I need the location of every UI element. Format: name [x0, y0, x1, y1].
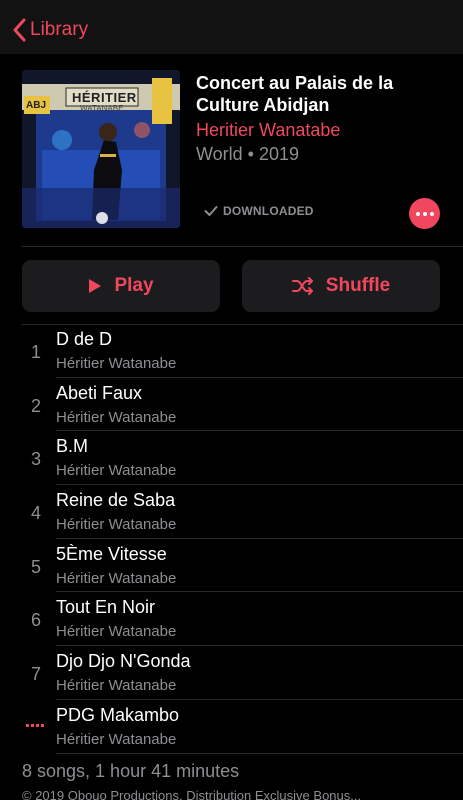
back-label: Library [30, 19, 89, 40]
track-number: 6 [30, 610, 41, 631]
track-artist: Héritier Watanabe [56, 408, 177, 426]
artwork-tag-text: ABJ [26, 100, 47, 111]
artwork-banner-text: HÉRITIER [72, 90, 137, 105]
now-playing-icon [26, 723, 44, 727]
track-artist: Héritier Watanabe [56, 516, 177, 534]
track-row[interactable]: 3 B.M Héritier Watanabe [0, 431, 463, 486]
shuffle-icon [291, 277, 313, 295]
download-status-label: DOWNLOADED [223, 204, 314, 218]
track-row[interactable]: 7 Djo Djo N'Gonda Héritier Watanabe [0, 646, 463, 700]
track-number: 1 [30, 342, 41, 362]
track-artist: Héritier Watanabe [56, 462, 177, 480]
track-title: Tout En Noir [56, 597, 156, 618]
track-title: 5Ème Vitesse [56, 543, 167, 564]
track-row[interactable]: 5 5Ème Vitesse Héritier Watanabe [0, 539, 463, 593]
ellipsis-icon [415, 211, 420, 216]
track-number: 4 [30, 503, 41, 524]
track-title: PDG Makambo [56, 704, 180, 725]
track-number: 7 [30, 664, 41, 685]
header-divider [22, 246, 463, 247]
play-button[interactable]: Play [22, 260, 220, 312]
more-options-button[interactable] [409, 198, 440, 229]
track-title: Reine de Saba [56, 490, 176, 511]
checkmark-icon [204, 206, 218, 216]
chevron-left-icon [13, 18, 26, 42]
track-row[interactable]: 1 D de D Héritier Watanabe [0, 324, 463, 378]
track-list: 1 D de D Héritier Watanabe 2 Abeti Faux … [0, 324, 463, 754]
artwork-sub-text: WATANABE [80, 104, 124, 113]
album-genre-year: World • 2019 [196, 144, 300, 164]
navigation-bar: Library [0, 0, 463, 54]
track-row[interactable]: 2 Abeti Faux Héritier Watanabe [0, 378, 463, 432]
album-title: Concert au Palais de la Culture Abidjan [196, 73, 394, 115]
track-row[interactable]: 4 Reine de Saba Héritier Watanabe [0, 485, 463, 539]
download-status: DOWNLOADED [204, 204, 314, 218]
track-row-now-playing[interactable]: PDG Makambo Héritier Watanabe [0, 700, 463, 754]
track-title: D de D [56, 329, 113, 349]
track-row[interactable]: 6 Tout En Noir Héritier Watanabe [0, 592, 463, 647]
track-artist: Héritier Watanabe [56, 677, 177, 695]
track-number: 2 [30, 395, 41, 416]
track-number: 3 [30, 449, 41, 470]
track-artist: Héritier Watanabe [56, 730, 177, 748]
track-title: Abeti Faux [56, 382, 143, 403]
play-icon [89, 279, 102, 293]
album-artwork[interactable]: HÉRITIER WATANABE ABJ [22, 70, 180, 228]
track-artist: Héritier Watanabe [56, 355, 177, 372]
track-artist: Héritier Watanabe [56, 623, 177, 641]
track-divider [56, 752, 463, 754]
shuffle-button[interactable]: Shuffle [242, 260, 440, 312]
album-copyright: © 2019 Obouo Productions. Distribution E… [22, 788, 362, 800]
album-summary: 8 songs, 1 hour 41 minutes [22, 761, 240, 781]
shuffle-label: Shuffle [325, 275, 391, 296]
back-button[interactable]: Library [12, 14, 88, 46]
track-title: B.M [56, 436, 89, 457]
track-artist: Héritier Watanabe [56, 569, 177, 587]
album-artist-link[interactable]: Heritier Wanatabe [196, 120, 340, 141]
track-title: Djo Djo N'Gonda [56, 651, 191, 672]
album-header: HÉRITIER WATANABE ABJ Concert au Palais … [0, 54, 463, 246]
track-number: 5 [30, 556, 41, 577]
play-label: Play [114, 275, 154, 296]
